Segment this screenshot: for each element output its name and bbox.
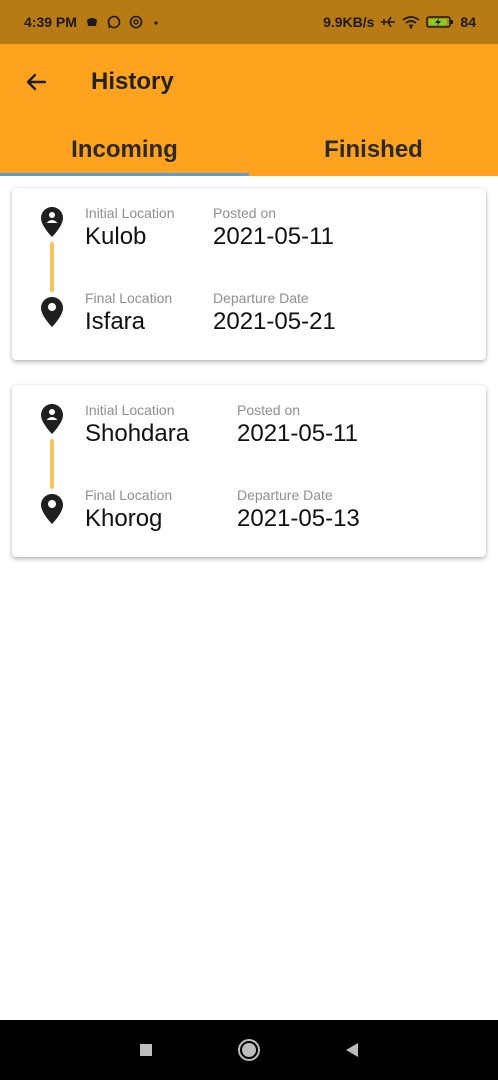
page-title: History — [91, 68, 174, 95]
origin-pin-icon — [41, 404, 63, 434]
airplane-icon — [380, 15, 396, 29]
dot-icon — [151, 15, 161, 29]
status-left: 4:39 PM — [24, 14, 161, 30]
initial-location-label: Initial Location — [85, 402, 175, 418]
initial-location-value: Shohdara — [85, 420, 190, 447]
triangle-back-icon — [346, 1043, 358, 1057]
whatsapp-icon — [107, 15, 121, 29]
recents-button[interactable] — [134, 1038, 158, 1062]
posted-on: Posted on 2021-05-11 — [237, 401, 358, 449]
initial-location-value: Kulob — [85, 223, 147, 250]
notification-dot-icon — [85, 15, 99, 29]
initial-location: Initial Location Shohdara — [85, 401, 189, 449]
square-icon — [140, 1044, 152, 1056]
system-nav-bar — [0, 1020, 498, 1080]
wifi-icon — [402, 15, 420, 29]
tab-finished[interactable]: Finished — [249, 124, 498, 176]
status-bar: 4:39 PM 9.9KB/s 84 — [0, 0, 498, 44]
origin-pin-icon — [41, 207, 63, 237]
final-location-label: Final Location — [85, 487, 173, 503]
route-connector — [50, 439, 54, 489]
final-location-value: Khorog — [85, 505, 163, 532]
destination-pin-icon — [41, 494, 63, 524]
trip-card[interactable]: Initial Location Shohdara Posted on 2021… — [12, 385, 486, 557]
departure-date-value: 2021-05-21 — [213, 308, 336, 335]
posted-on-label: Posted on — [213, 205, 277, 221]
circle-icon — [238, 1039, 260, 1061]
posted-on-value: 2021-05-11 — [237, 420, 358, 447]
back-nav-button[interactable] — [340, 1038, 364, 1062]
battery-charging-icon — [426, 15, 454, 29]
tab-bar: Incoming Finished — [0, 124, 498, 176]
posted-on-value: 2021-05-11 — [213, 223, 334, 250]
final-location: Final Location Khorog — [85, 486, 172, 534]
status-right: 9.9KB/s 84 — [323, 14, 476, 30]
back-button[interactable] — [20, 66, 52, 98]
network-speed: 9.9KB/s — [323, 14, 375, 30]
final-location-label: Final Location — [85, 290, 173, 306]
initial-location-label: Initial Location — [85, 205, 175, 221]
home-button[interactable] — [237, 1038, 261, 1062]
posted-on-label: Posted on — [237, 402, 301, 418]
final-location-value: Isfara — [85, 308, 146, 335]
departure-date-label: Departure Date — [213, 290, 309, 306]
at-icon — [129, 15, 143, 29]
route-connector — [50, 242, 54, 292]
destination-pin-icon — [41, 297, 63, 327]
final-location: Final Location Isfara — [85, 289, 172, 337]
trip-card[interactable]: Initial Location Kulob Posted on 2021-05… — [12, 188, 486, 360]
battery-percent: 84 — [460, 14, 476, 30]
departure-date: Departure Date 2021-05-13 — [237, 486, 360, 534]
departure-date-label: Departure Date — [237, 487, 333, 503]
tab-incoming[interactable]: Incoming — [0, 124, 249, 176]
app-bar: History Incoming Finished — [0, 44, 498, 176]
status-time: 4:39 PM — [24, 14, 77, 30]
departure-date-value: 2021-05-13 — [237, 505, 360, 532]
initial-location: Initial Location Kulob — [85, 204, 175, 252]
departure-date: Departure Date 2021-05-21 — [213, 289, 336, 337]
arrow-left-icon — [26, 73, 47, 91]
posted-on: Posted on 2021-05-11 — [213, 204, 334, 252]
